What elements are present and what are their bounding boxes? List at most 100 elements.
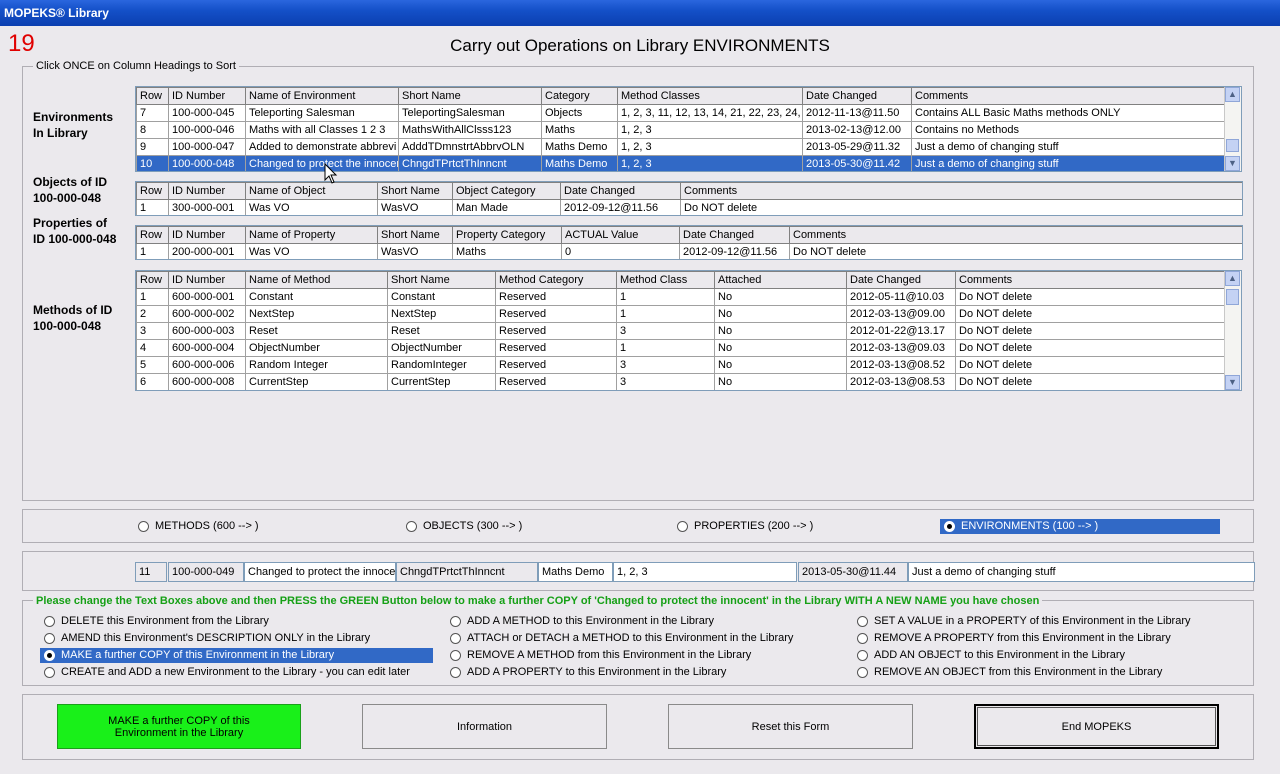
radio-icon[interactable]: [44, 632, 55, 644]
radio-icon[interactable]: [677, 520, 688, 532]
operation-option[interactable]: REMOVE AN OBJECT from this Environment i…: [853, 665, 1248, 680]
scroll-up-icon[interactable]: ▲: [1225, 271, 1240, 286]
end-mopeks-button[interactable]: End MOPEKS: [974, 704, 1219, 749]
column-header[interactable]: Row: [136, 87, 169, 105]
operation-option[interactable]: AMEND this Environment's DESCRIPTION ONL…: [40, 631, 433, 646]
operation-option[interactable]: ATTACH or DETACH a METHOD to this Enviro…: [446, 631, 841, 646]
scroll-thumb[interactable]: [1226, 139, 1239, 152]
type-option-methods[interactable]: METHODS (600 --> ): [134, 519, 384, 534]
radio-icon[interactable]: [138, 520, 149, 532]
operation-option[interactable]: ADD A METHOD to this Environment in the …: [446, 614, 841, 629]
operation-option[interactable]: ADD AN OBJECT to this Environment in the…: [853, 648, 1248, 663]
methods-scrollbar[interactable]: ▲ ▼: [1224, 271, 1241, 390]
objects-grid[interactable]: Row ID Number Name of Object Short Name Obje…: [135, 181, 1243, 216]
radio-icon[interactable]: [450, 632, 461, 644]
column-header[interactable]: Comments: [955, 271, 1228, 289]
operation-option[interactable]: REMOVE A PROPERTY from this Environment …: [853, 631, 1248, 646]
column-header[interactable]: Property Category: [452, 226, 562, 244]
column-header[interactable]: ID Number: [168, 87, 246, 105]
column-header[interactable]: Short Name: [387, 271, 496, 289]
scroll-down-icon[interactable]: ▼: [1225, 156, 1240, 171]
column-header[interactable]: Method Classes: [617, 87, 803, 105]
radio-icon[interactable]: [450, 666, 461, 678]
table-row[interactable]: 1 300-000-001 Was VO WasVO Man Made 2012-09-1…: [136, 199, 1242, 215]
column-header[interactable]: Short Name: [377, 182, 453, 200]
operation-option[interactable]: REMOVE A METHOD from this Environment in…: [446, 648, 841, 663]
radio-selected-icon[interactable]: [944, 520, 955, 532]
table-row[interactable]: 4 600-000-004 ObjectNumber ObjectNumber Rese…: [136, 339, 1228, 357]
table-row[interactable]: 1 200-000-001 Was VO WasVO Maths 0 2012-09-12@…: [136, 243, 1242, 259]
radio-icon[interactable]: [857, 632, 868, 644]
edit-comments-field[interactable]: Just a demo of changing stuff: [908, 562, 1255, 582]
edit-category-field[interactable]: Maths Demo: [538, 562, 613, 582]
scroll-up-icon[interactable]: ▲: [1225, 87, 1240, 102]
column-header[interactable]: Comments: [911, 87, 1228, 105]
column-header[interactable]: Name of Property: [245, 226, 378, 244]
reset-form-button[interactable]: Reset this Form: [668, 704, 913, 749]
methods-grid[interactable]: Row ID Number Name of Method Short Name Meth…: [135, 270, 1242, 391]
radio-selected-icon[interactable]: [44, 649, 55, 661]
radio-icon[interactable]: [857, 666, 868, 678]
radio-icon[interactable]: [44, 615, 55, 627]
type-option-properties[interactable]: PROPERTIES (200 --> ): [673, 519, 923, 534]
radio-icon[interactable]: [44, 666, 55, 678]
column-header[interactable]: Row: [136, 271, 169, 289]
column-header[interactable]: Short Name: [377, 226, 453, 244]
column-header[interactable]: Date Changed: [679, 226, 790, 244]
column-header[interactable]: Method Category: [495, 271, 617, 289]
table-row[interactable]: 2 600-000-002 NextStep NextStep Reserved 1 No 2…: [136, 305, 1228, 323]
radio-icon[interactable]: [450, 615, 461, 627]
table-row[interactable]: 10 100-000-048 Changed to protect the inno…: [136, 155, 1228, 171]
column-header[interactable]: ID Number: [168, 271, 246, 289]
column-header[interactable]: ID Number: [168, 226, 246, 244]
column-header[interactable]: ID Number: [168, 182, 246, 200]
table-cell: 8: [136, 121, 169, 139]
column-header[interactable]: Date Changed: [846, 271, 956, 289]
operation-option[interactable]: SET A VALUE in a PROPERTY of this Enviro…: [853, 614, 1248, 629]
edit-name-field[interactable]: Changed to protect the innocen: [244, 562, 396, 582]
operation-option[interactable]: DELETE this Environment from the Library: [40, 614, 433, 629]
table-row[interactable]: 8 100-000-046 Maths with all Classes 1 2 3…: [136, 121, 1228, 139]
column-header[interactable]: Method Class: [616, 271, 715, 289]
environments-label-line1: Environments: [33, 110, 114, 124]
table-row[interactable]: 9 100-000-047 Added to demonstrate abbrevi…: [136, 138, 1228, 156]
information-button[interactable]: Information: [362, 704, 607, 749]
table-row[interactable]: 6 600-000-008 CurrentStep CurrentStep Reserv…: [136, 373, 1228, 390]
column-header[interactable]: Short Name: [398, 87, 542, 105]
column-header[interactable]: Category: [541, 87, 618, 105]
column-header[interactable]: Date Changed: [802, 87, 912, 105]
make-copy-button[interactable]: MAKE a further COPY of this Environment …: [57, 704, 301, 749]
column-header[interactable]: Name of Method: [245, 271, 388, 289]
column-header[interactable]: Row: [136, 182, 169, 200]
column-header[interactable]: Attached: [714, 271, 847, 289]
operation-option[interactable]: CREATE and ADD a new Environment to the …: [40, 665, 433, 680]
radio-icon[interactable]: [406, 520, 417, 532]
operation-option[interactable]: ADD A PROPERTY to this Environment in th…: [446, 665, 841, 680]
type-option-objects[interactable]: OBJECTS (300 --> ): [402, 519, 652, 534]
column-header[interactable]: Comments: [680, 182, 1242, 200]
table-row[interactable]: 5 600-000-006 Random Integer RandomInteger R…: [136, 356, 1228, 374]
column-header[interactable]: Name of Environment: [245, 87, 399, 105]
environments-scrollbar[interactable]: ▲ ▼: [1224, 87, 1241, 171]
type-option-environments[interactable]: ENVIRONMENTS (100 --> ): [940, 519, 1220, 534]
table-cell: 2012-09-12@11.56: [560, 199, 681, 215]
table-cell: Just a demo of changing stuff: [911, 155, 1228, 171]
scroll-down-icon[interactable]: ▼: [1225, 375, 1240, 390]
column-header[interactable]: Date Changed: [560, 182, 681, 200]
radio-icon[interactable]: [857, 649, 868, 661]
radio-icon[interactable]: [450, 649, 461, 661]
column-header[interactable]: Name of Object: [245, 182, 378, 200]
column-header[interactable]: Comments: [789, 226, 1242, 244]
column-header[interactable]: Row: [136, 226, 169, 244]
edit-method-classes-field[interactable]: 1, 2, 3: [613, 562, 797, 582]
table-row[interactable]: 1 600-000-001 Constant Constant Reserved 1 No 2…: [136, 288, 1228, 306]
radio-icon[interactable]: [857, 615, 868, 627]
table-row[interactable]: 7 100-000-045 Teleporting Salesman Teleport…: [136, 104, 1228, 122]
properties-grid[interactable]: Row ID Number Name of Property Short Name Pr…: [135, 225, 1243, 260]
column-header[interactable]: ACTUAL Value: [561, 226, 680, 244]
environments-grid[interactable]: Row ID Number Name of Environment Short Nam…: [135, 86, 1242, 172]
table-row[interactable]: 3 600-000-003 Reset Reset Reserved 3 No 2012-01…: [136, 322, 1228, 340]
column-header[interactable]: Object Category: [452, 182, 561, 200]
scroll-thumb[interactable]: [1226, 289, 1239, 305]
operation-option[interactable]: MAKE a further COPY of this Environment …: [40, 648, 433, 663]
